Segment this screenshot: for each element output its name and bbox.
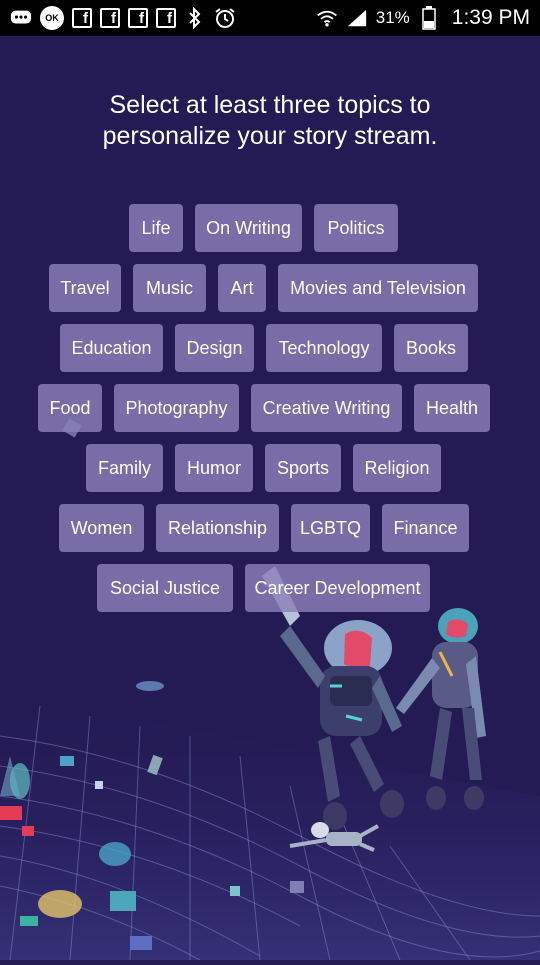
battery-icon — [418, 6, 440, 30]
topic-chip-humor[interactable]: Humor — [175, 444, 253, 492]
topic-chip-politics[interactable]: Politics — [314, 204, 398, 252]
topic-chip-technology[interactable]: Technology — [266, 324, 382, 372]
topic-chip-religion[interactable]: Religion — [353, 444, 441, 492]
alarm-icon — [214, 7, 236, 29]
topic-chip-women[interactable]: Women — [59, 504, 144, 552]
signal-icon — [346, 7, 368, 29]
topic-chip-relationship[interactable]: Relationship — [156, 504, 279, 552]
facebook-icon: f — [128, 8, 148, 28]
topic-chip-career-development[interactable]: Career Development — [245, 564, 430, 612]
topic-chip-music[interactable]: Music — [133, 264, 206, 312]
topic-chip-education[interactable]: Education — [60, 324, 163, 372]
topic-chip-design[interactable]: Design — [175, 324, 254, 372]
topic-chip-on-writing[interactable]: On Writing — [195, 204, 302, 252]
topic-chip-health[interactable]: Health — [414, 384, 490, 432]
topic-chip-lgbtq[interactable]: LGBTQ — [291, 504, 370, 552]
topic-chip-photography[interactable]: Photography — [114, 384, 239, 432]
topic-chip-art[interactable]: Art — [218, 264, 266, 312]
topic-chip-travel[interactable]: Travel — [49, 264, 121, 312]
topic-chip-books[interactable]: Books — [394, 324, 468, 372]
topic-chip-creative-writing[interactable]: Creative Writing — [251, 384, 402, 432]
facebook-icon: f — [100, 8, 120, 28]
system-indicators: 31% 1:39 PM — [316, 6, 530, 30]
messages-icon — [10, 7, 32, 29]
topic-chip-social-justice[interactable]: Social Justice — [97, 564, 233, 612]
topic-chip-finance[interactable]: Finance — [382, 504, 469, 552]
wifi-icon — [316, 7, 338, 29]
topic-chip-movies-and-television[interactable]: Movies and Television — [278, 264, 478, 312]
page-title: Select at least three topics to personal… — [0, 90, 540, 152]
title-line-2: personalize your story stream. — [102, 122, 438, 150]
topic-chip-sports[interactable]: Sports — [265, 444, 341, 492]
space-scene-illustration — [0, 418, 540, 961]
facebook-icon: f — [156, 8, 176, 28]
battery-percent: 31% — [375, 8, 410, 27]
topic-chip-food[interactable]: Food — [38, 384, 102, 432]
topic-chip-family[interactable]: Family — [86, 444, 163, 492]
ok-google-icon: OK — [40, 6, 64, 30]
title-line-1: Select at least three topics to — [109, 91, 431, 119]
clock: 1:39 PM — [451, 6, 530, 29]
facebook-icon: f — [72, 8, 92, 28]
astronaut-illustration — [0, 36, 540, 961]
notification-icons: OK f f f f — [10, 6, 308, 30]
bluetooth-icon — [184, 7, 206, 29]
topic-chip-life[interactable]: Life — [129, 204, 183, 252]
status-bar: OK f f f f 31% 1:39 PM — [0, 0, 540, 36]
